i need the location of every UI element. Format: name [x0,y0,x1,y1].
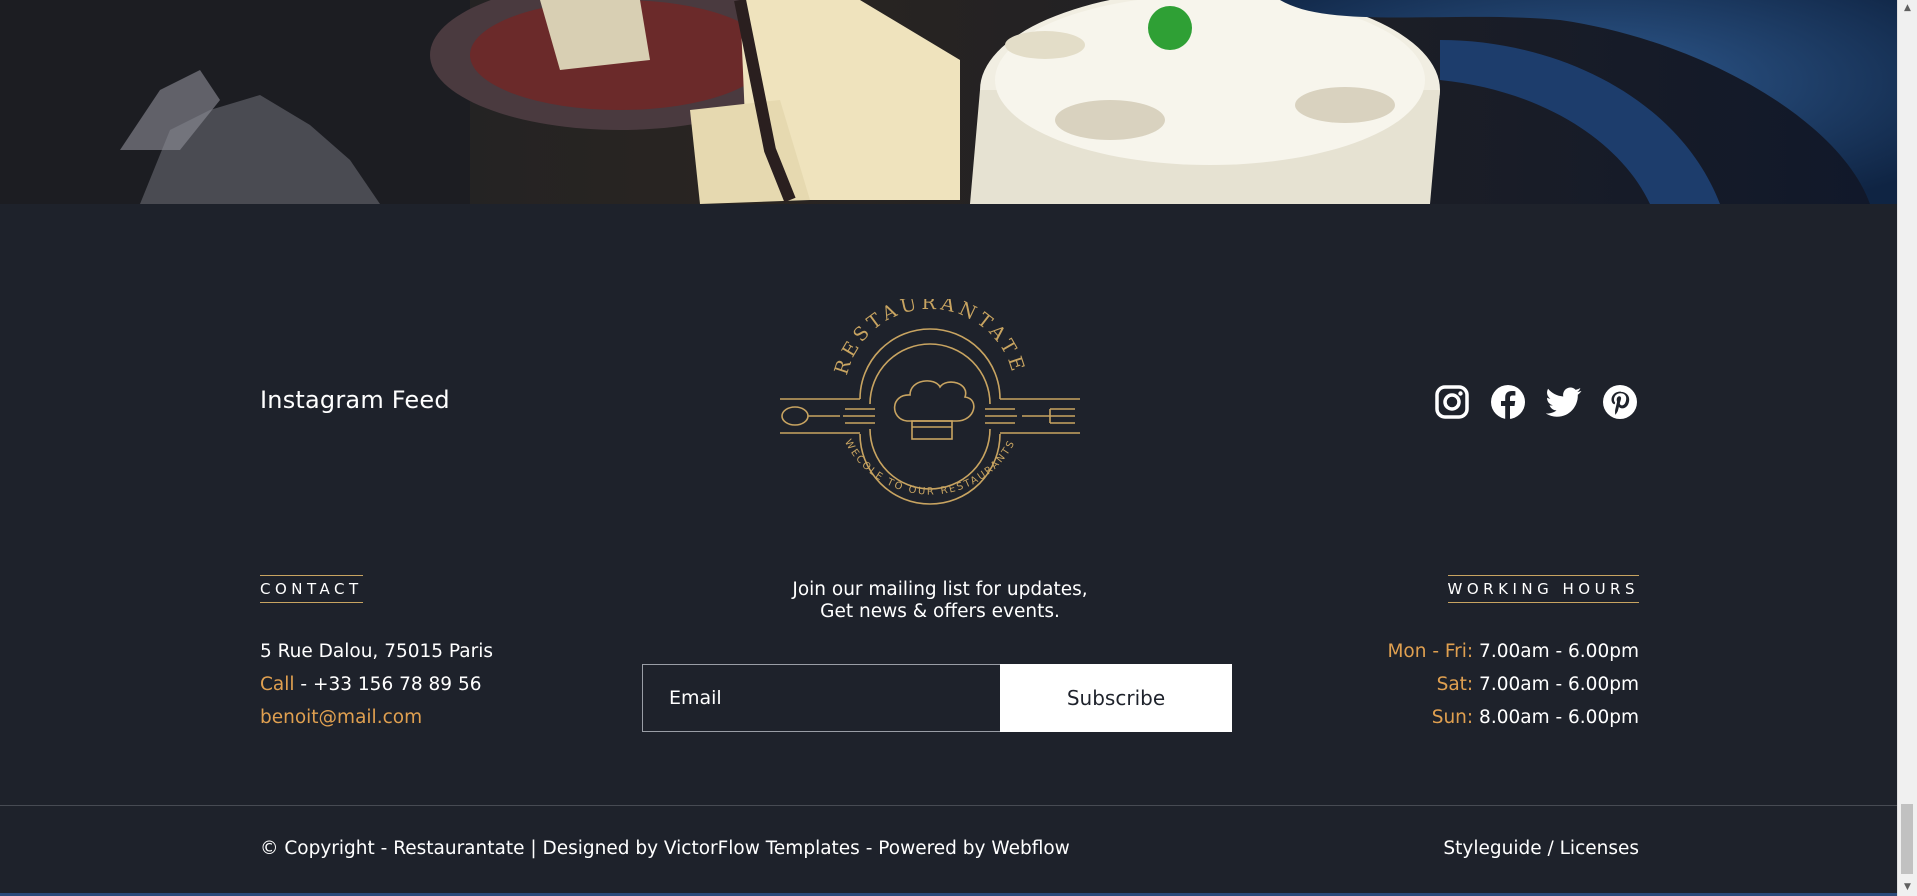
svg-text:RESTAURANTATE: RESTAURANTATE [830,299,1029,377]
hours-day: Mon - Fri: [1387,641,1474,662]
newsletter-form: Subscribe [642,664,1232,732]
pinterest-icon[interactable] [1602,384,1638,420]
contact-info: 5 Rue Dalou, 75015 Paris Call - +33 156 … [260,635,493,734]
hours-row: Mon - Fri: 7.00am - 6.00pm [1387,635,1639,668]
contact-heading: CONTACT [260,575,363,603]
subscribe-button[interactable]: Subscribe [1000,664,1232,732]
facebook-icon[interactable] [1490,384,1526,420]
logo-name-text: RESTAURANTATE [830,292,1025,377]
mailing-line-2: Get news & offers events. [820,601,1060,622]
hours-time: 7.00am - 6.00pm [1479,641,1639,662]
working-hours-list: Mon - Fri: 7.00am - 6.00pm Sat: 7.00am -… [1387,635,1639,734]
legal-links: Styleguide / Licenses [1443,838,1639,859]
instagram-icon[interactable] [1434,384,1470,420]
styleguide-licenses-link[interactable]: Styleguide / Licenses [1443,838,1639,859]
contact-phone-line: Call - +33 156 78 89 56 [260,668,493,701]
hours-row: Sun: 8.00am - 6.00pm [1387,701,1639,734]
footer-divider [0,805,1898,806]
scroll-down-arrow-icon[interactable]: ▼ [1898,879,1917,896]
email-input[interactable] [642,664,1000,732]
mailing-line-1: Join our mailing list for updates, [792,579,1088,600]
hours-row: Sat: 7.00am - 6.00pm [1387,668,1639,701]
contact-phone[interactable]: +33 156 78 89 56 [313,674,482,695]
restaurant-logo[interactable]: RESTAURANTATE WECOLE TO OUR RESTAURANTS [775,292,1085,514]
hours-time: 7.00am - 6.00pm [1479,674,1639,695]
svg-text:WECOLE TO OUR RESTAURANTS: WECOLE TO OUR RESTAURANTS [842,438,1018,498]
contact-address: 5 Rue Dalou, 75015 Paris [260,641,493,662]
scrollbar-thumb[interactable] [1901,804,1913,874]
working-hours-heading: WORKING HOURS [1447,575,1639,603]
scroll-up-arrow-icon[interactable]: ▲ [1898,0,1917,17]
copyright-text: © Copyright - Restaurantate | Designed b… [260,838,1070,859]
twitter-icon[interactable] [1545,384,1582,420]
vertical-scrollbar[interactable]: ▲ ▼ [1897,0,1917,896]
instagram-feed-title: Instagram Feed [260,386,450,414]
call-separator: - [294,674,313,695]
contact-email-link[interactable]: benoit@mail.com [260,707,422,728]
site-footer: Instagram Feed RESTAURANTATE WECOLE TO O… [0,204,1898,896]
social-links [1434,384,1638,420]
hours-day: Sat: [1436,674,1474,695]
hero-image [0,0,1898,204]
call-label: Call [260,674,295,695]
hours-time: 8.00am - 6.00pm [1479,707,1639,728]
logo-tagline-text: WECOLE TO OUR RESTAURANTS [842,438,1016,498]
mailing-list-text: Join our mailing list for updates, Get n… [700,579,1180,623]
hours-day: Sun: [1431,707,1474,728]
